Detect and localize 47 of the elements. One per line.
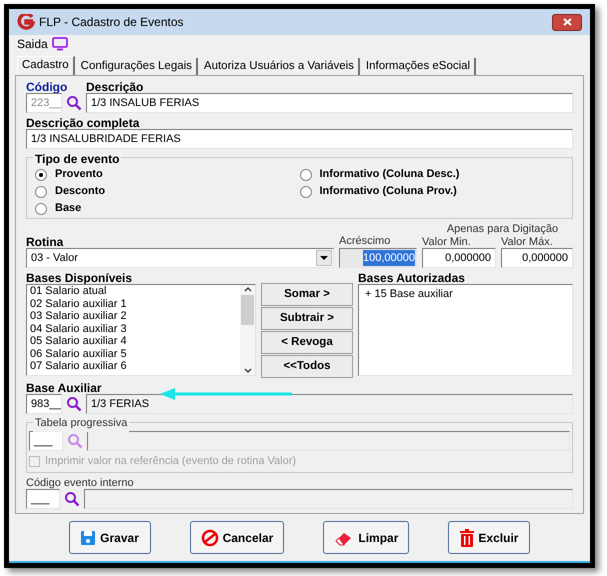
descricao-label: Descrição — [86, 79, 144, 93]
checkbox-label: Imprimir valor na referência (evento de rotina Valor) — [45, 454, 296, 470]
action-button[interactable]: < Revoga — [261, 331, 353, 354]
radio-label: Informativo (Coluna Desc.) — [320, 167, 460, 182]
descricao-completa-field[interactable]: 1/3 INSALUBRIDADE FERIAS — [26, 129, 573, 149]
apenas-digitacao-label: Apenas para Digitação — [446, 222, 560, 234]
delete-button[interactable]: Excluir — [448, 521, 530, 554]
valor-max-label: Valor Máx. — [501, 235, 554, 248]
radio-label: Base — [55, 201, 82, 216]
tab[interactable]: Cadastro — [17, 56, 75, 75]
valor-min-label: Valor Min. — [422, 235, 472, 248]
group-title: Tabela progressiva — [33, 415, 130, 432]
acrescimo-field[interactable]: 100,00000 — [339, 248, 417, 268]
bases-disponiveis-label: Bases Disponíveis — [26, 270, 134, 284]
descricao-completa-label: Descrição completa — [26, 115, 140, 129]
list-item[interactable]: 07 Salario auxiliar 6 — [30, 360, 237, 372]
list-item[interactable]: 03 Salario auxiliar 2 — [30, 310, 237, 322]
list-item[interactable]: 02 Salario auxiliar 1 — [30, 298, 237, 310]
menu-item[interactable]: Saida — [17, 35, 48, 53]
rotina-dropdown[interactable]: 03 - Valor — [26, 248, 334, 268]
action-button[interactable]: Somar > — [261, 283, 353, 306]
save-button[interactable]: Gravar — [68, 521, 151, 554]
codigo-interno-code-field[interactable]: ___ — [26, 489, 60, 509]
cancel-button[interactable]: Cancelar — [190, 521, 284, 554]
rotina-label: Rotina — [26, 234, 64, 248]
valor-max-field[interactable]: 0,000000 — [501, 248, 573, 268]
codigo-label: Código — [26, 79, 68, 93]
radio-label: Provento — [55, 167, 103, 182]
radio-label: Informativo (Coluna Prov.) — [320, 184, 457, 200]
descricao-field[interactable]: 1/3 INSALUB FERIAS — [86, 93, 573, 113]
action-button[interactable]: Subtrair > — [261, 307, 353, 330]
acrescimo-label: Acréscimo — [339, 234, 392, 248]
action-button[interactable]: <<Todos — [261, 355, 353, 378]
window-title: FLP - Cadastro de Eventos — [39, 14, 185, 31]
list-item[interactable]: 01 Salario atual — [30, 285, 237, 298]
clear-button[interactable]: Limpar — [323, 521, 410, 554]
radio-label: Desconto — [55, 184, 106, 200]
codigo-interno-label: Código evento interno — [26, 476, 135, 489]
tabela-code-field[interactable]: ___ — [29, 431, 63, 451]
list-item[interactable]: + 15 Base auxiliar — [365, 286, 566, 302]
list-item[interactable]: 04 Salario auxiliar 3 — [30, 322, 237, 335]
base-auxiliar-field[interactable]: 1/3 FERIAS — [86, 394, 573, 414]
list-item[interactable]: 06 Salario auxiliar 5 — [30, 348, 237, 360]
base-auxiliar-label: Base Auxiliar — [26, 380, 102, 394]
bases-autorizadas-label: Bases Autorizadas — [358, 270, 466, 284]
list-item[interactable]: 05 Salario auxiliar 4 — [30, 335, 237, 348]
valor-min-field[interactable]: 0,000000 — [422, 248, 496, 268]
